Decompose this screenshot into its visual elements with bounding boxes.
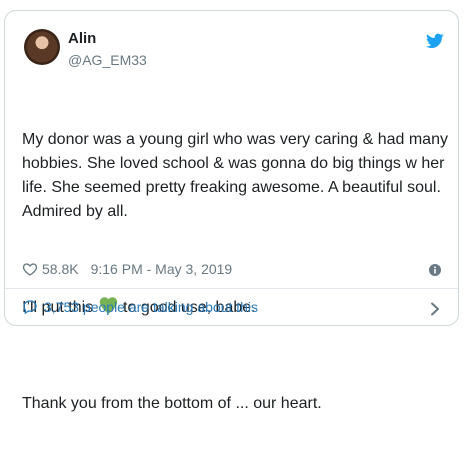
avatar[interactable] [24,29,60,65]
conversation-link[interactable]: 3,753 people are talking about this [22,299,258,315]
speech-bubble-icon [23,300,37,315]
tweet-paragraph: Thank you from the bottom of ... our hea… [22,395,322,412]
tweet-meta: 58.8K 9:16 PM - May 3, 2019 [22,261,232,277]
divider [5,288,458,289]
author-handle[interactable]: @AG_EM33 [68,52,147,68]
timestamp[interactable]: 9:16 PM - May 3, 2019 [91,261,233,277]
chevron-right-icon[interactable] [429,302,441,316]
talking-count-text[interactable]: 3,753 people are talking about this [44,299,258,315]
tweet-card[interactable]: Alin @AG_EM33 My donor was a young girl … [4,10,459,412]
twitter-bird-icon[interactable] [426,33,444,49]
like-count[interactable]: 58.8K [42,261,79,277]
author-name[interactable]: Alin [68,30,96,47]
info-icon[interactable] [429,264,441,276]
tweet-paragraph: My donor was a young girl who was very c… [22,131,453,220]
heart-icon[interactable] [22,261,38,277]
